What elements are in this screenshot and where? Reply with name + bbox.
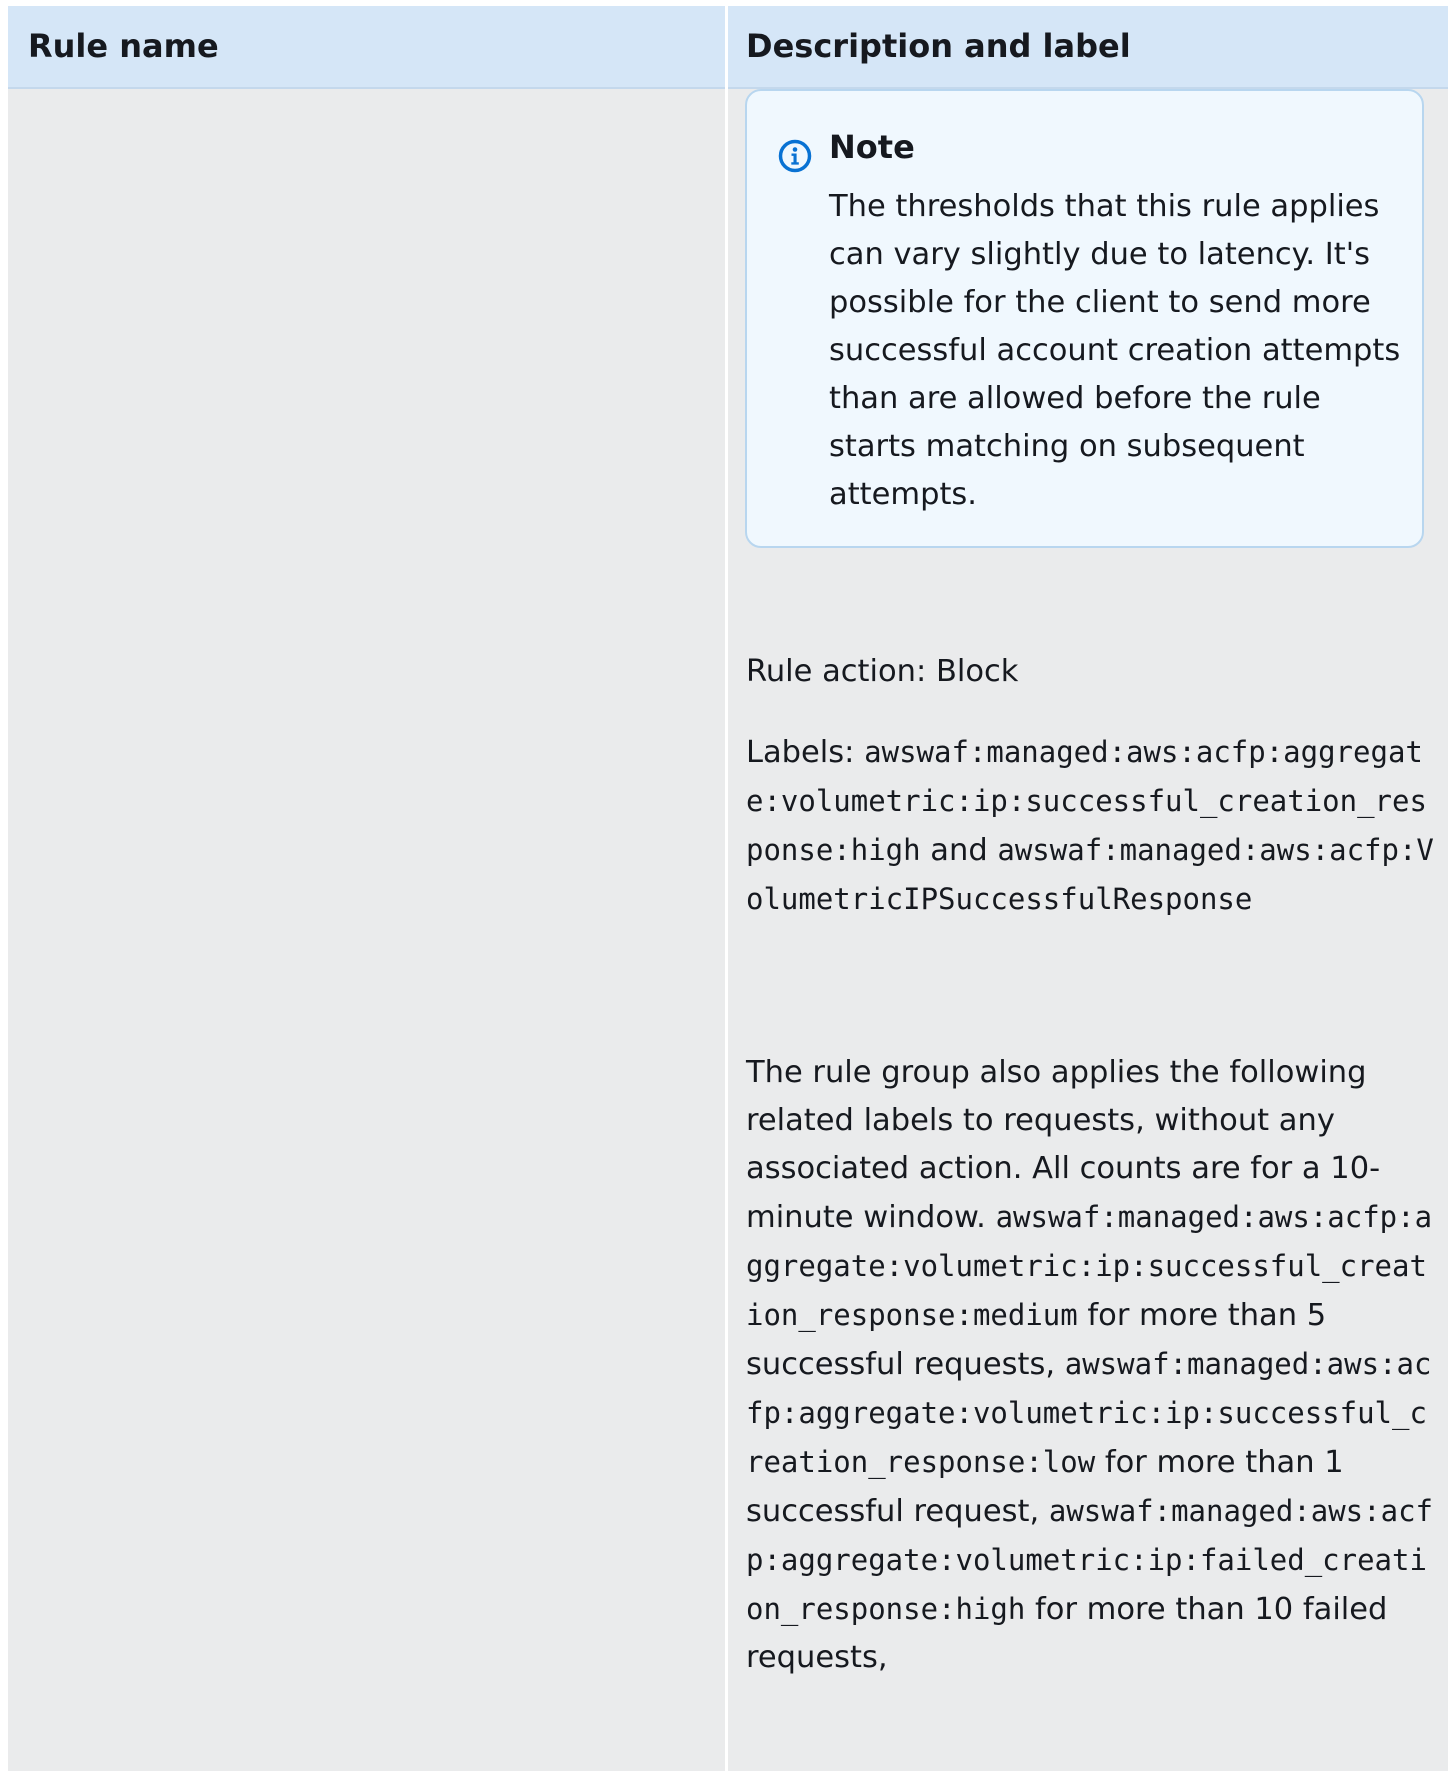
column-divider: [725, 6, 728, 1771]
note-box: Note The thresholds that this rule appli…: [745, 89, 1424, 548]
header-description-and-label: Description and label: [746, 27, 1131, 65]
labels-paragraph: Labels: awswaf:managed:aws:acfp:aggregat…: [746, 728, 1436, 924]
related-labels-paragraph: The rule group also applies the followin…: [746, 1049, 1436, 1682]
labels-prefix: Labels:: [746, 735, 865, 770]
info-icon: [778, 139, 812, 173]
labels-joiner: and: [920, 833, 998, 868]
note-title: Note: [829, 128, 915, 166]
header-rule-name: Rule name: [28, 27, 219, 65]
table-header: Rule name Description and label: [8, 6, 1448, 89]
note-body: The thresholds that this rule applies ca…: [829, 189, 1401, 512]
rules-table: Rule name Description and label Note The…: [8, 6, 1448, 1771]
rule-action: Rule action: Block: [746, 654, 1019, 689]
